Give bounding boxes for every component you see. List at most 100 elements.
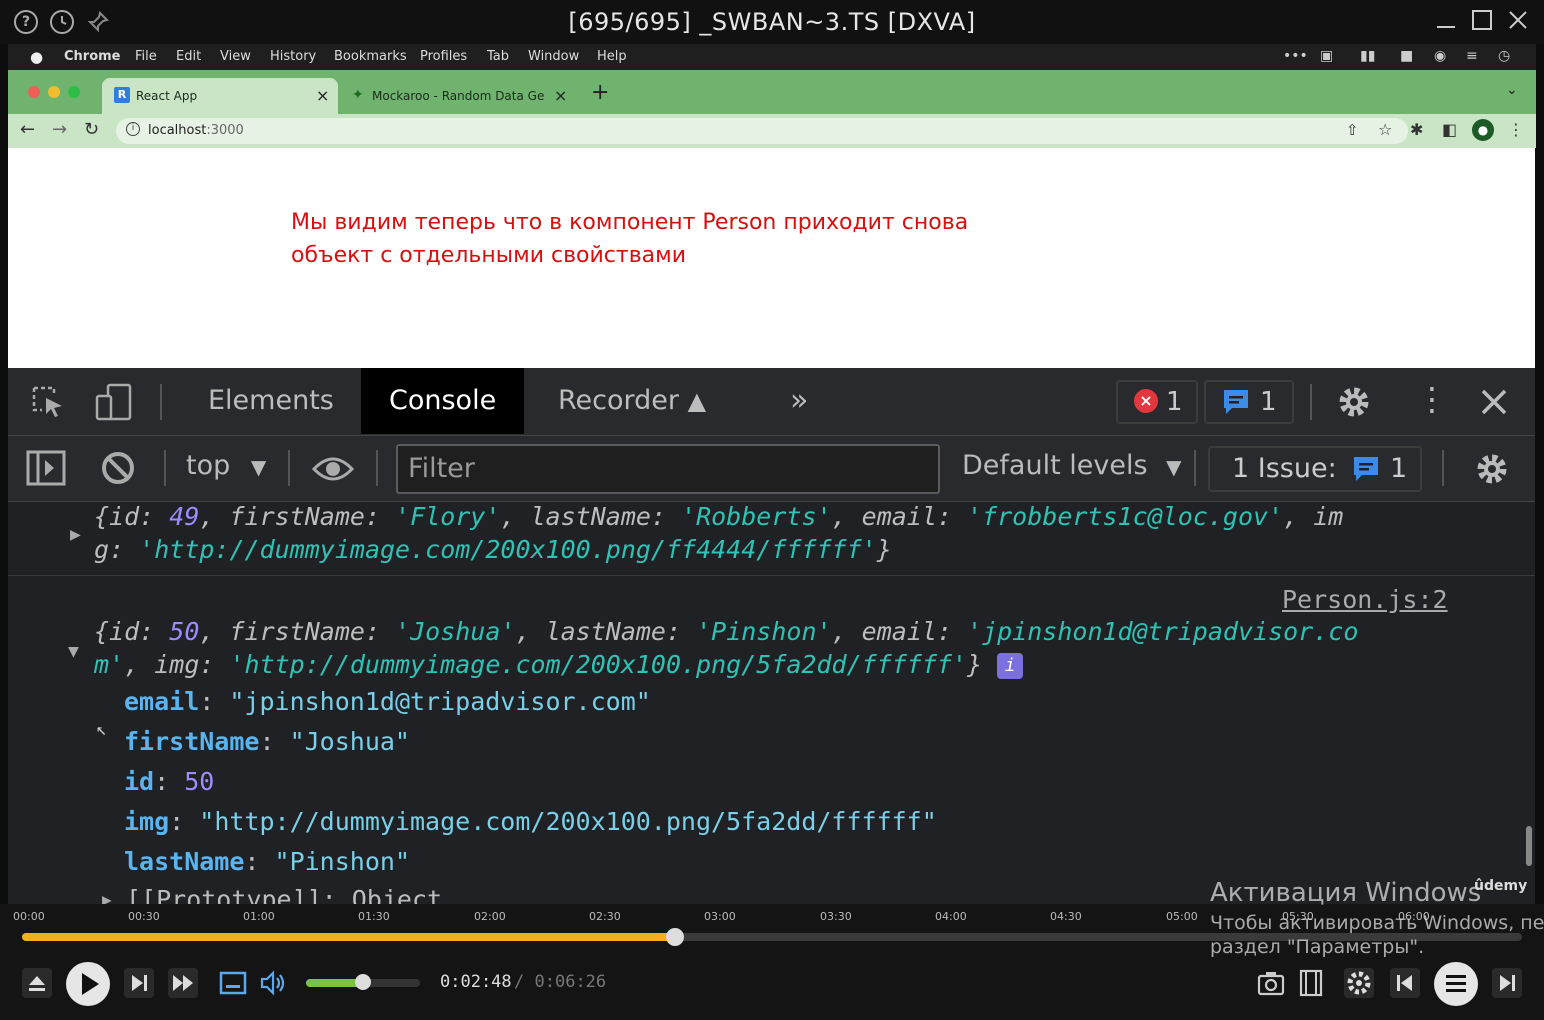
- tab-mockaroo[interactable]: ✦ Mockaroo - Random Data Gene ×: [342, 78, 572, 114]
- clear-console-icon[interactable]: [100, 450, 136, 490]
- flask-icon: ▲: [687, 387, 707, 415]
- log-levels-dropdown[interactable]: Default levels ▼: [962, 450, 1182, 481]
- menu-tab[interactable]: Tab: [487, 49, 509, 64]
- apple-icon[interactable]: ●: [30, 48, 43, 66]
- share-icon[interactable]: ⇧: [1346, 121, 1359, 139]
- bookmark-star-icon[interactable]: ☆: [1378, 120, 1392, 139]
- tab-close-icon[interactable]: ×: [316, 86, 329, 105]
- playlist-button[interactable]: [1434, 962, 1478, 1006]
- prototype-row[interactable]: [[Prototype]]: Object: [126, 885, 442, 904]
- player-settings-gear-icon[interactable]: [1344, 968, 1374, 998]
- inspect-element-icon[interactable]: [30, 384, 66, 424]
- tab-strip: R React App × ✦ Mockaroo - Random Data G…: [8, 70, 1536, 114]
- more-tabs-button[interactable]: »: [762, 368, 836, 434]
- menu-edit[interactable]: Edit: [176, 49, 201, 64]
- next-button[interactable]: [1492, 968, 1522, 998]
- settings-gear-icon[interactable]: [1336, 384, 1372, 424]
- context-selector[interactable]: top ▼: [186, 450, 266, 481]
- minimize-window-button[interactable]: [48, 86, 60, 98]
- tab-console[interactable]: Console: [361, 368, 525, 434]
- eject-button[interactable]: [22, 968, 52, 998]
- property-row[interactable]: lastName: "Pinshon": [124, 847, 410, 876]
- menu-history[interactable]: History: [270, 49, 316, 64]
- screen-icon[interactable]: ▣: [1320, 48, 1333, 64]
- zoom-window-button[interactable]: [68, 86, 80, 98]
- property-row[interactable]: img: "http://dummyimage.com/200x100.png/…: [124, 807, 937, 836]
- address-bar[interactable]: i localhost:3000 ⇧ ☆: [116, 118, 1408, 144]
- log-line: g: 'http://dummyimage.com/200x100.png/ff…: [94, 535, 892, 564]
- url-text: localhost:3000: [148, 123, 244, 138]
- tab-recorder[interactable]: Recorder ▲: [530, 368, 734, 434]
- tab-elements[interactable]: Elements: [180, 368, 362, 434]
- chrome-menu-icon[interactable]: ⋮: [1508, 120, 1524, 140]
- log-line[interactable]: {id: 50, firstName: 'Joshua', lastName: …: [94, 617, 1358, 646]
- close-icon[interactable]: [1502, 8, 1534, 38]
- issues-button[interactable]: 1 Issue: 1: [1208, 446, 1422, 492]
- menu-view[interactable]: View: [220, 49, 251, 64]
- previous-button[interactable]: [1390, 968, 1420, 998]
- minimize-icon[interactable]: [1430, 8, 1462, 38]
- screenshot-icon[interactable]: [1256, 968, 1286, 998]
- close-devtools-icon[interactable]: [1478, 386, 1510, 422]
- back-icon[interactable]: ←: [20, 120, 35, 140]
- menu-help[interactable]: Help: [597, 49, 627, 64]
- status-dots[interactable]: •••: [1283, 48, 1308, 64]
- collapse-arrow-icon[interactable]: ▼: [68, 641, 79, 662]
- expand-arrow-icon[interactable]: ▶: [70, 524, 81, 545]
- device-toolbar-icon[interactable]: [94, 382, 134, 426]
- user-icon[interactable]: ◉: [1434, 48, 1446, 64]
- property-row[interactable]: email: "jpinshon1d@tripadvisor.com": [124, 687, 651, 716]
- menu-chrome[interactable]: Chrome: [64, 49, 121, 64]
- site-info-icon[interactable]: i: [126, 122, 140, 136]
- film-strip-icon[interactable]: [1296, 968, 1326, 998]
- property-row[interactable]: firstName: "Joshua": [124, 727, 410, 756]
- maximize-icon[interactable]: [1466, 8, 1498, 38]
- subtitles-icon[interactable]: [218, 968, 248, 998]
- messages-badge[interactable]: 1: [1204, 380, 1294, 424]
- tab-close-icon[interactable]: ×: [554, 86, 567, 105]
- menu-bookmarks[interactable]: Bookmarks: [334, 49, 407, 64]
- new-tab-button[interactable]: +: [591, 80, 609, 105]
- volume-icon[interactable]: [258, 968, 288, 998]
- profile-avatar[interactable]: ●: [1472, 119, 1494, 141]
- info-badge-icon[interactable]: i: [997, 653, 1024, 679]
- forward-icon[interactable]: →: [52, 120, 67, 140]
- fast-forward-button[interactable]: [168, 968, 198, 998]
- property-row[interactable]: id: 50: [124, 767, 214, 796]
- log-line[interactable]: {id: 49, firstName: 'Flory', lastName: '…: [94, 502, 1343, 531]
- seek-bar-fill: [22, 933, 675, 941]
- battery-icon[interactable]: ▮▮: [1360, 48, 1375, 64]
- reload-icon[interactable]: ↻: [84, 120, 99, 140]
- annotation-text: Мы видим теперь что в компонент Person п…: [291, 210, 969, 268]
- customize-menu-icon[interactable]: ⋮: [1416, 380, 1448, 418]
- live-expression-eye-icon[interactable]: [311, 452, 355, 490]
- menu-window[interactable]: Window: [528, 49, 579, 64]
- mockaroo-favicon-icon: ✦: [352, 87, 364, 103]
- menu-file[interactable]: File: [135, 49, 157, 64]
- errors-badge[interactable]: × 1: [1116, 380, 1198, 424]
- seek-handle[interactable]: [665, 928, 684, 946]
- close-window-button[interactable]: [28, 86, 40, 98]
- console-scrollbar[interactable]: [1526, 826, 1532, 866]
- tab-search-icon[interactable]: ⌄: [1506, 82, 1518, 98]
- control-center-icon[interactable]: ≡: [1466, 48, 1478, 64]
- tab-react-app[interactable]: R React App ×: [102, 78, 338, 114]
- sidebar-toggle-icon[interactable]: [26, 450, 66, 490]
- volume-slider[interactable]: [306, 974, 420, 990]
- console-toolbar: top ▼ Filter Default levels ▼ 1 Issue: 1: [8, 436, 1535, 502]
- filter-input[interactable]: Filter: [396, 444, 940, 494]
- input-source-icon[interactable]: ■: [1400, 48, 1413, 64]
- extensions-icon[interactable]: ✱: [1410, 120, 1423, 140]
- side-panel-icon[interactable]: ◧: [1442, 120, 1457, 140]
- menu-profiles[interactable]: Profiles: [420, 49, 467, 64]
- clock-status-icon[interactable]: ◷: [1498, 48, 1510, 64]
- next-frame-button[interactable]: [124, 968, 154, 998]
- prototype-arrow-icon[interactable]: ▶: [102, 890, 112, 904]
- mouse-cursor-icon: ↖: [96, 719, 107, 740]
- browser-toolbar: ← → ↻ i localhost:3000 ⇧ ☆ ✱ ◧ ● ⋮: [8, 114, 1536, 148]
- console-settings-gear-icon[interactable]: [1474, 451, 1510, 491]
- play-button[interactable]: [66, 962, 110, 1006]
- console-message: ▶ {id: 49, firstName: 'Flory', lastName:…: [8, 502, 1535, 576]
- volume-handle[interactable]: [355, 974, 371, 990]
- source-link[interactable]: Person.js:2: [1282, 585, 1448, 614]
